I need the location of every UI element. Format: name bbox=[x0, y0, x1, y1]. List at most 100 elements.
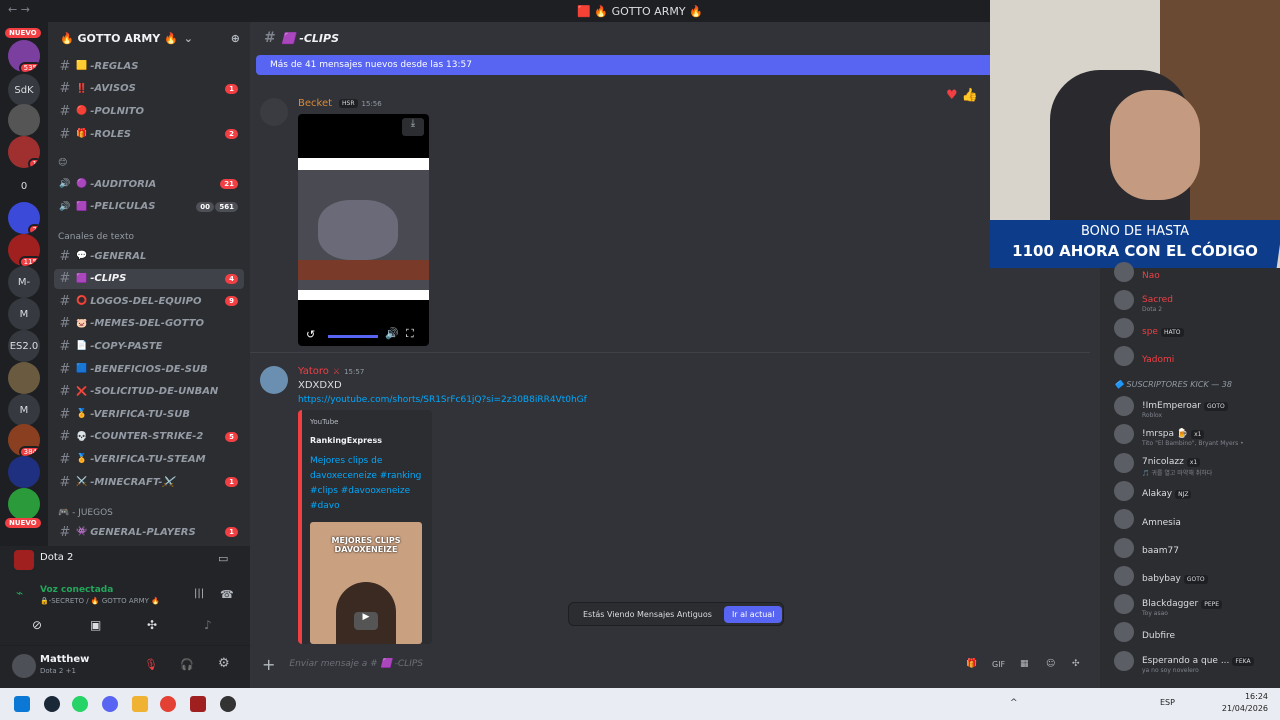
server-icon[interactable]: M- bbox=[8, 266, 40, 298]
server-icon[interactable] bbox=[8, 362, 40, 394]
server-icon[interactable]: SdK bbox=[8, 74, 40, 106]
volume-slider[interactable] bbox=[328, 335, 378, 338]
language-indicator[interactable]: ESP bbox=[1160, 698, 1175, 707]
voice-channel-item[interactable]: 🔊 🟪 -PELICULAS 561 00 bbox=[54, 197, 244, 217]
member-item[interactable]: Esperando a que ... FEKA ya no soy noveler… bbox=[1114, 649, 1276, 674]
avatar[interactable] bbox=[260, 366, 288, 394]
voice-status[interactable]: Voz conectada bbox=[40, 585, 113, 595]
volume-icon[interactable]: 🔊 bbox=[385, 327, 399, 340]
tray-chevron-icon[interactable]: ^ bbox=[1010, 698, 1018, 708]
thumbs-up-icon[interactable]: 👍 bbox=[962, 88, 978, 103]
channel-item[interactable]: # 👾 GENERAL-PLAYERS 1 bbox=[54, 522, 244, 542]
noise-suppression-icon[interactable]: ||| bbox=[194, 588, 204, 599]
channel-item[interactable]: # 🔴 -POLNITO bbox=[54, 101, 244, 121]
avatar[interactable] bbox=[260, 98, 288, 126]
channel-item[interactable]: # 🏅 -VERIFICA-TU-SUB bbox=[54, 404, 244, 424]
server-icon[interactable]: 0 bbox=[8, 170, 40, 202]
category-header[interactable]: 🎮 - JUEGOS bbox=[58, 508, 113, 518]
server-icon[interactable]: 1 bbox=[8, 136, 40, 168]
server-icon[interactable]: ES2.0 bbox=[8, 330, 40, 362]
whatsapp-icon[interactable] bbox=[72, 696, 88, 712]
jump-to-present-button[interactable]: Ir al actual bbox=[723, 605, 783, 623]
app-icon[interactable] bbox=[220, 696, 236, 712]
play-icon[interactable]: ▶ bbox=[354, 612, 378, 630]
server-icon[interactable] bbox=[8, 104, 40, 136]
channel-item[interactable]: # ⚔️ -MINECRAFT-⚔️ 1 bbox=[54, 472, 244, 492]
avatar[interactable] bbox=[12, 654, 36, 678]
member-item[interactable]: baam77 bbox=[1114, 536, 1276, 560]
download-icon[interactable]: ⤓ bbox=[402, 118, 424, 136]
member-item[interactable]: Yadomi bbox=[1114, 344, 1276, 368]
category-header[interactable]: Canales de texto bbox=[58, 232, 134, 242]
message-input[interactable]: + Enviar mensaje a # 🟪 -CLIPS 🎁 GIF ▦ ☺ … bbox=[262, 650, 1092, 678]
disconnect-icon[interactable]: ☎ bbox=[220, 588, 234, 601]
mute-icon[interactable]: 🎙 bbox=[144, 658, 158, 671]
member-item[interactable]: spe HATO bbox=[1114, 316, 1276, 340]
member-item[interactable]: !mrspa 🍺 x1 Tito "El Bambino", Bryant Myer… bbox=[1114, 422, 1276, 447]
channel-item[interactable]: # 🏅 -VERIFICA-TU-STEAM bbox=[54, 449, 244, 469]
channel-item[interactable]: # 🎁 -ROLES 2 bbox=[54, 124, 244, 144]
chrome-icon[interactable] bbox=[160, 696, 176, 712]
replay-icon[interactable]: ↺ bbox=[306, 328, 315, 341]
gear-icon[interactable]: ⚙ bbox=[218, 656, 230, 671]
clock-date[interactable]: 21/04/2026 bbox=[1214, 704, 1268, 713]
server-icon[interactable]: M bbox=[8, 394, 40, 426]
soundboard-icon[interactable]: ♪ bbox=[204, 618, 212, 632]
server-header[interactable]: 🔥 GOTTO ARMY 🔥 ⌄ ⊕ bbox=[48, 22, 250, 54]
member-item[interactable]: Sacred Dota 2 bbox=[1114, 288, 1276, 313]
activities-icon[interactable]: ✣ bbox=[147, 618, 157, 632]
gift-icon[interactable]: 🎁 bbox=[966, 659, 977, 669]
windows-start-icon[interactable] bbox=[14, 696, 30, 712]
heart-icon[interactable]: ♥ bbox=[946, 88, 958, 103]
emoji-icon[interactable]: ☺ bbox=[1046, 659, 1055, 669]
message-author[interactable]: Becket bbox=[298, 98, 332, 109]
deafen-icon[interactable]: 🎧 bbox=[180, 658, 194, 671]
member-item[interactable]: Amnesia bbox=[1114, 507, 1276, 531]
message-link[interactable]: https://youtube.com/shorts/SR1SrFc61jQ?s… bbox=[298, 395, 587, 405]
embed-title[interactable]: Mejores clips de davoxeceneize #ranking … bbox=[310, 454, 422, 514]
new-messages-bar[interactable]: Más de 41 mensajes nuevos desde las 13:5… bbox=[256, 55, 990, 75]
fullscreen-icon[interactable]: ⛶ bbox=[406, 327, 414, 341]
member-item[interactable]: 7nicolazz x1 🎵 귀를 열고 마약해 취하다 bbox=[1114, 451, 1276, 477]
server-icon[interactable] bbox=[8, 456, 40, 488]
server-icon[interactable] bbox=[8, 488, 40, 520]
member-item[interactable]: Alakay NJZ bbox=[1114, 479, 1276, 503]
clock-time[interactable]: 16:24 bbox=[1224, 692, 1268, 701]
add-attachment-icon[interactable]: + bbox=[262, 655, 275, 674]
member-item[interactable]: Nao bbox=[1114, 260, 1276, 284]
channel-item[interactable]: # 🐷 -MEMES-DEL-GOTTO bbox=[54, 314, 244, 334]
embed-author[interactable]: RankingExpress bbox=[310, 436, 382, 445]
sticker-icon[interactable]: ▦ bbox=[1020, 659, 1029, 669]
embed-thumbnail[interactable]: MEJORES CLIPS DAVOXENEIZE ▶ bbox=[310, 522, 422, 644]
file-explorer-icon[interactable] bbox=[132, 696, 148, 712]
member-item[interactable]: !ImEmperoar GOTO Roblox bbox=[1114, 394, 1276, 419]
dota-taskbar-icon[interactable] bbox=[190, 696, 206, 712]
member-item[interactable]: Blackdagger PEPE Toy asao bbox=[1114, 592, 1276, 617]
nav-arrows[interactable]: ← → bbox=[8, 3, 30, 16]
screen-share-button-icon[interactable]: ▣ bbox=[90, 618, 101, 632]
channel-item[interactable]: # 💀 -COUNTER-STRIKE-2 5 bbox=[54, 427, 244, 447]
screen-share-icon[interactable]: ▭ bbox=[218, 552, 228, 565]
video-attachment[interactable]: ⤓ ↺ 🔊 ⛶ bbox=[298, 114, 429, 346]
server-icon[interactable]: 115 bbox=[8, 234, 40, 266]
member-item[interactable]: babybay GOTO bbox=[1114, 564, 1276, 588]
voice-channel-item[interactable]: 🔊 🟣 -AUDITORIA 21 bbox=[54, 174, 244, 194]
channel-item[interactable]: # ❌ -SOLICITUD-DE-UNBAN bbox=[54, 382, 244, 402]
server-icon[interactable]: 535 bbox=[8, 40, 40, 72]
steam-icon[interactable] bbox=[44, 696, 60, 712]
apps-icon[interactable]: ✣ bbox=[1072, 659, 1080, 669]
reactions[interactable]: ♥ 👍 bbox=[946, 88, 978, 103]
channel-item[interactable]: # 🟪 -CLIPS 4 bbox=[54, 268, 244, 289]
server-icon[interactable]: M bbox=[8, 298, 40, 330]
channel-item[interactable]: # 📄 -COPY-PASTE bbox=[54, 336, 244, 356]
channel-item[interactable]: # ‼️ -AVISOS 1 bbox=[54, 79, 244, 99]
camera-off-icon[interactable]: ⊘ bbox=[32, 618, 42, 632]
message-author[interactable]: Yatoro bbox=[298, 366, 329, 377]
member-item[interactable]: Dubfire bbox=[1114, 620, 1276, 644]
channel-item[interactable]: # 🟦 -BENEFICIOS-DE-SUB bbox=[54, 359, 244, 379]
category-header[interactable]: 😊 bbox=[58, 158, 67, 168]
channel-item[interactable]: # 🟨 -REGLAS bbox=[54, 56, 244, 76]
discord-icon[interactable] bbox=[102, 696, 118, 712]
server-icon[interactable]: 2 bbox=[8, 202, 40, 234]
server-icon[interactable]: 384 bbox=[8, 424, 40, 456]
